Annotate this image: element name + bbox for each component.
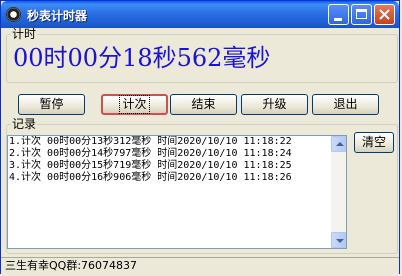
minimize-icon [334,18,342,21]
maximize-button[interactable] [351,4,372,25]
elapsed-time-display: 00时00分18秒562毫秒 [13,44,271,72]
status-text: 三生有幸QQ群:76074837 [5,259,138,272]
lap-button-label: 计次 [119,95,150,114]
exit-button-label: 退出 [333,97,358,111]
title-bar[interactable]: 秒表计时器 [1,1,399,28]
minimize-button[interactable] [328,4,349,25]
pause-button-label: 暂停 [39,97,64,111]
stop-button[interactable]: 结束 [170,94,237,115]
list-item[interactable]: 2.计次 00时00分14秒797毫秒 时间2020/10/10 11:18:2… [9,148,327,160]
records-group-label: 记录 [11,117,38,131]
window-title: 秒表计时器 [27,9,88,23]
list-item[interactable]: 1.计次 00时00分13秒312毫秒 时间2020/10/10 11:18:2… [9,136,327,148]
list-item[interactable]: 3.计次 00时00分15秒719毫秒 时间2020/10/10 11:18:2… [9,160,327,172]
close-icon [379,9,390,20]
upgrade-button-label: 升级 [262,97,287,111]
stopwatch-icon [6,7,21,22]
status-bar: 三生有幸QQ群:76074837 [1,257,399,275]
close-button[interactable] [374,4,395,25]
pause-button[interactable]: 暂停 [18,94,85,115]
lap-records-list[interactable]: 1.计次 00时00分13秒312毫秒 时间2020/10/10 11:18:2… [7,135,347,249]
maximize-icon [356,9,367,19]
timer-group-label: 计时 [11,27,38,41]
vertical-scrollbar[interactable] [331,136,346,248]
list-item[interactable]: 4.计次 00时00分16秒906毫秒 时间2020/10/10 11:18:2… [9,172,327,184]
stop-button-label: 结束 [191,97,216,111]
exit-button[interactable]: 退出 [312,94,379,115]
lap-records-rows: 1.计次 00时00分13秒312毫秒 时间2020/10/10 11:18:2… [9,136,327,184]
stopwatch-window: 秒表计时器 计时 00时00分18秒562毫秒 暂停 计次 结束 升级 退出 记… [0,0,400,275]
clear-button[interactable]: 清空 [354,132,394,153]
scroll-up-button[interactable] [331,136,346,152]
scroll-down-button[interactable] [331,232,346,248]
upgrade-button[interactable]: 升级 [241,94,308,115]
chevron-up-icon [336,142,344,146]
lap-button[interactable]: 计次 [101,94,168,115]
chevron-down-icon [336,239,344,243]
